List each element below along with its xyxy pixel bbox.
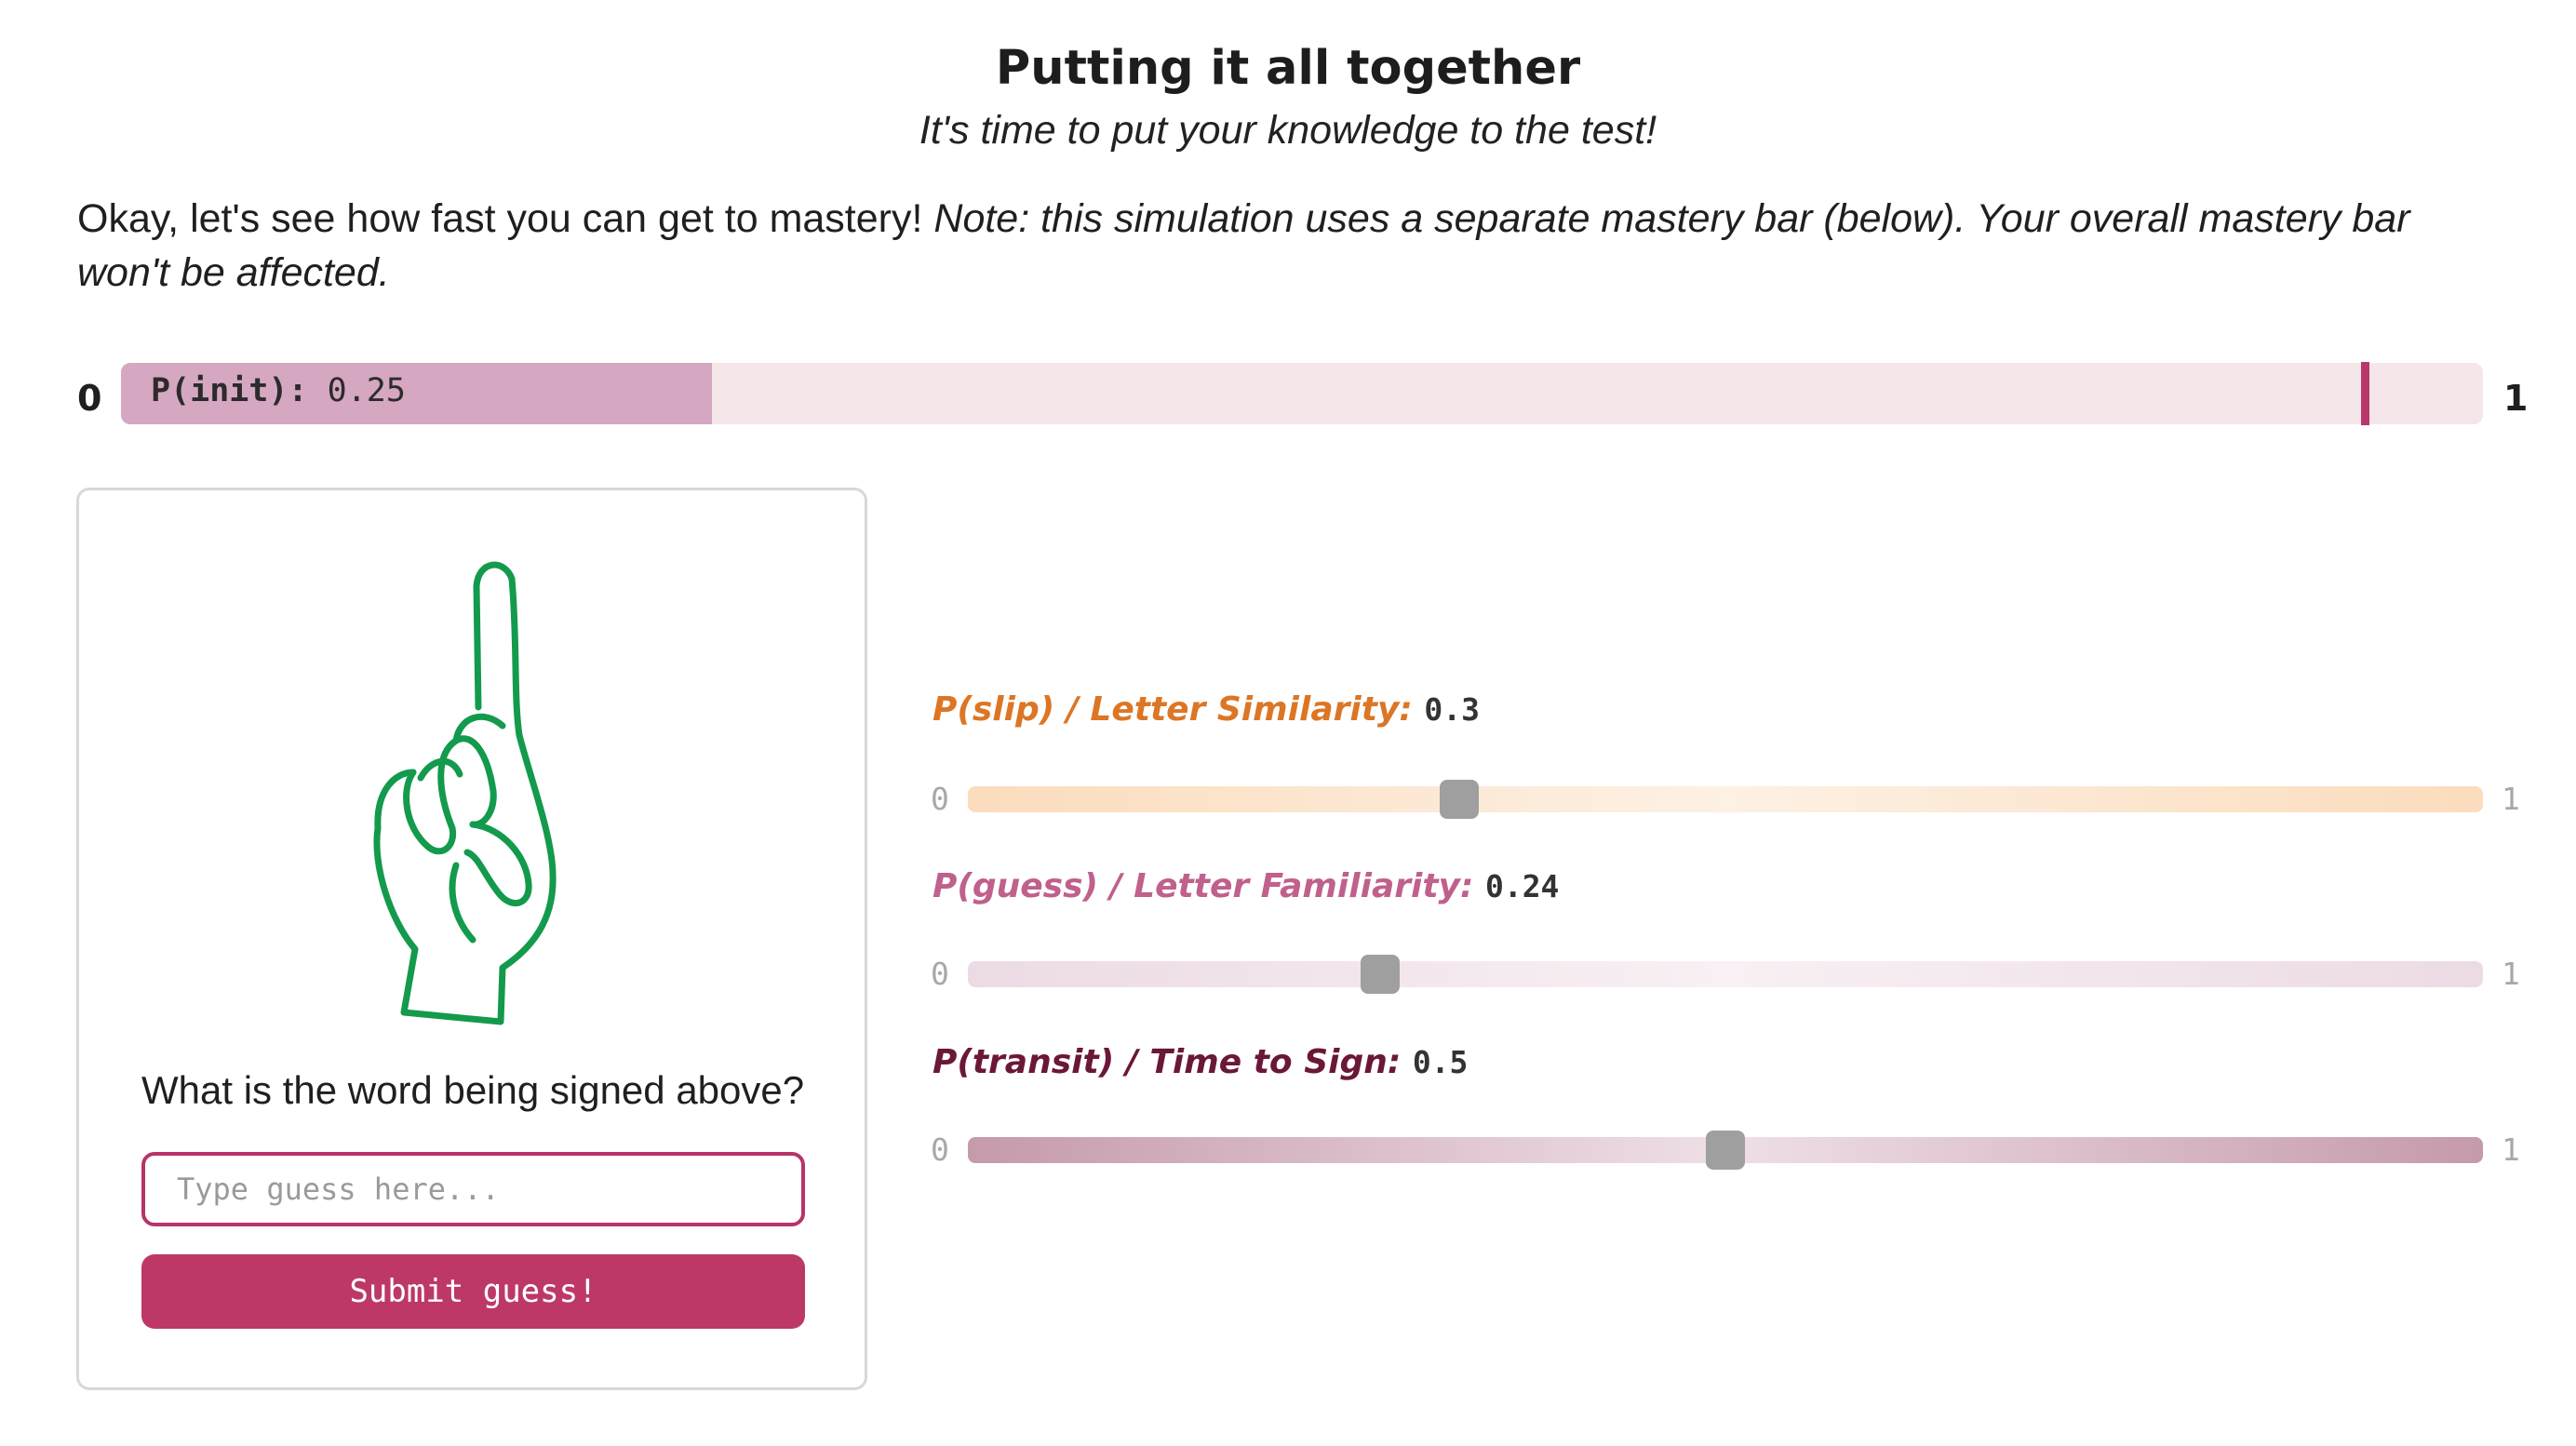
guess-slider-thumb[interactable] (1361, 955, 1400, 994)
intro-paragraph: Okay, let's see how fast you can get to … (77, 192, 2460, 300)
transit-slider-label: P(transit) / Time to Sign: 0.5 (932, 1043, 1468, 1081)
mastery-bar-label: P(init): 0.25 (151, 372, 406, 409)
asl-hand-sign-icon (373, 561, 557, 1025)
guess-value: 0.24 (1484, 868, 1560, 904)
slip-value: 0.3 (1424, 691, 1480, 728)
mastery-threshold-marker (2361, 362, 2369, 425)
slip-label-text: P(slip) / Letter Similarity: (932, 690, 1413, 729)
slip-slider-label: P(slip) / Letter Similarity: 0.3 (932, 690, 1480, 729)
transit-value: 0.5 (1412, 1044, 1469, 1080)
guess-label-text: P(guess) / Letter Familiarity: (932, 867, 1474, 905)
guess-input[interactable] (141, 1152, 805, 1226)
slip-slider-thumb[interactable] (1440, 780, 1479, 819)
page-subtitle: It's time to put your knowledge to the t… (919, 108, 1657, 153)
slip-max-label: 1 (2502, 781, 2520, 817)
guess-slider-label: P(guess) / Letter Familiarity: 0.24 (932, 867, 1559, 905)
mastery-label-name: P(init): (151, 372, 308, 409)
mastery-min-label: 0 (77, 378, 102, 419)
guess-max-label: 1 (2502, 956, 2520, 992)
guess-slider-track[interactable] (968, 961, 2483, 987)
transit-label-text: P(transit) / Time to Sign: (932, 1043, 1402, 1081)
page-title: Putting it all together (995, 41, 1581, 96)
slip-slider-track[interactable] (968, 786, 2483, 812)
intro-text: Okay, let's see how fast you can get to … (77, 196, 934, 241)
transit-min-label: 0 (931, 1131, 949, 1168)
sign-question: What is the word being signed above? (141, 1068, 805, 1112)
slip-min-label: 0 (931, 781, 949, 817)
guess-min-label: 0 (931, 956, 949, 992)
transit-max-label: 1 (2502, 1131, 2520, 1168)
submit-guess-button[interactable]: Submit guess! (141, 1254, 805, 1329)
transit-slider-thumb[interactable] (1706, 1131, 1745, 1170)
mastery-label-value: 0.25 (327, 372, 406, 409)
mastery-max-label: 1 (2503, 378, 2529, 419)
